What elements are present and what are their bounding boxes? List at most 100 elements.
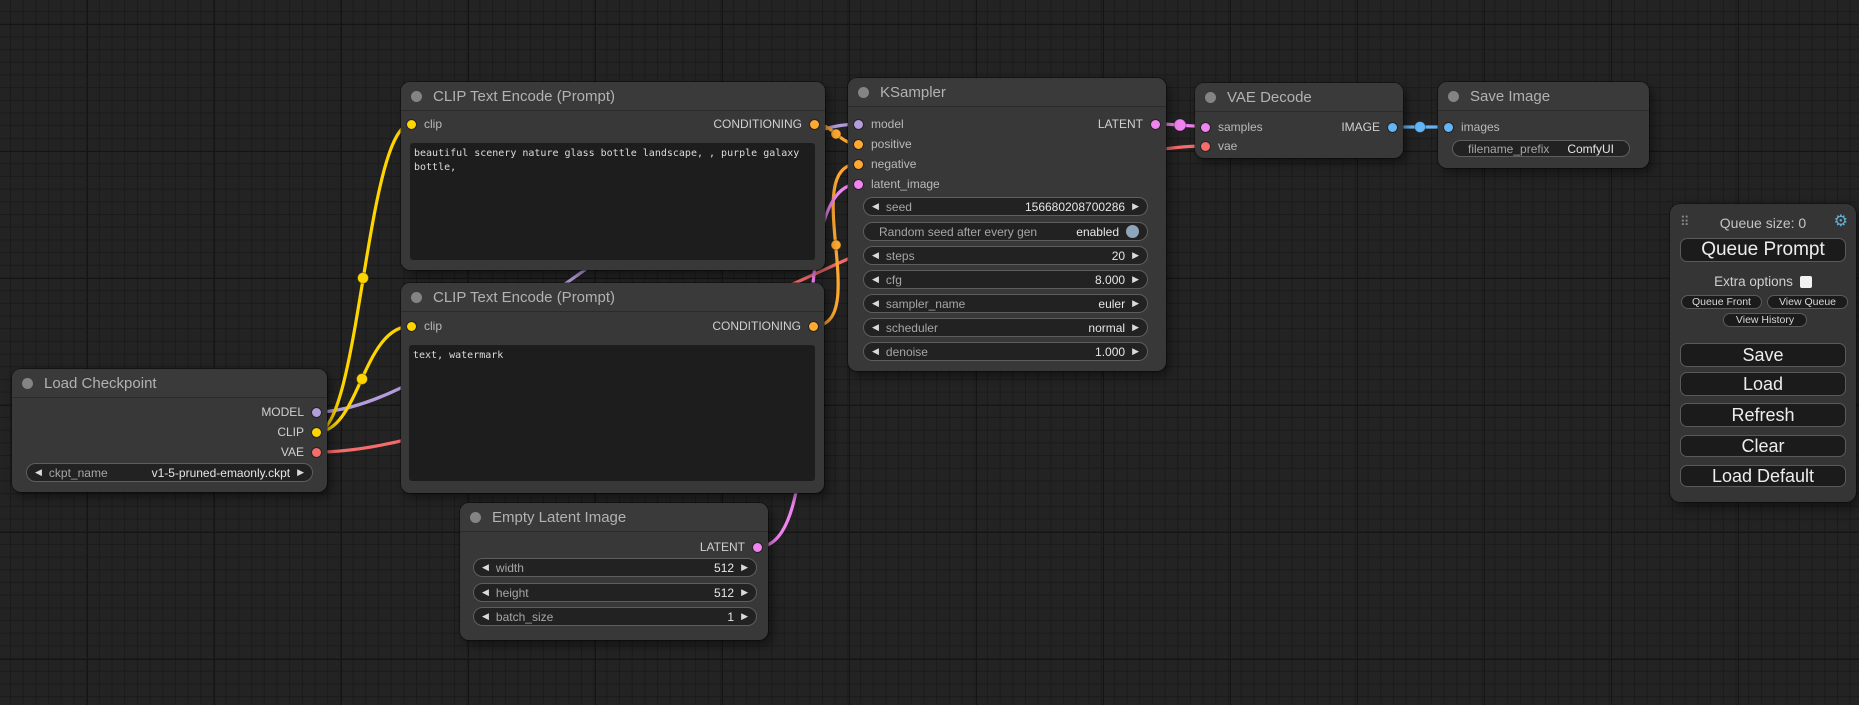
output-slot-latent[interactable]: LATENT: [700, 538, 762, 556]
node-clip-text-encode-positive[interactable]: CLIP Text Encode (Prompt) clip CONDITION…: [401, 82, 825, 270]
width-widget[interactable]: ◀ width 512 ▶: [473, 558, 757, 577]
negative-prompt-textarea[interactable]: text, watermark: [409, 345, 815, 481]
link-midpoint-dot-conditioning-negative[interactable]: [831, 240, 841, 250]
conditioning-port-icon[interactable]: [809, 322, 818, 331]
latent-port-icon[interactable]: [753, 543, 762, 552]
latent-port-icon[interactable]: [1151, 120, 1160, 129]
collapse-dot-icon[interactable]: [22, 378, 33, 389]
latent-port-icon[interactable]: [1201, 123, 1210, 132]
extra-options-checkbox[interactable]: [1800, 276, 1812, 288]
clear-button[interactable]: Clear: [1680, 435, 1846, 457]
output-slot-conditioning[interactable]: CONDITIONING: [712, 317, 818, 335]
view-history-button[interactable]: View History: [1723, 313, 1807, 327]
input-slot-samples[interactable]: samples: [1201, 118, 1263, 136]
load-default-button[interactable]: Load Default: [1680, 465, 1846, 487]
clip-port-icon[interactable]: [407, 322, 416, 331]
node-titlebar[interactable]: KSampler: [848, 78, 1166, 107]
node-vae-decode[interactable]: VAE Decode samples vae IMAGE: [1195, 83, 1403, 158]
link-midpoint-dot-image-to-save[interactable]: [1415, 122, 1426, 133]
collapse-dot-icon[interactable]: [858, 87, 869, 98]
decrement-arrow-icon[interactable]: ◀: [482, 612, 489, 621]
decrement-arrow-icon[interactable]: ◀: [872, 275, 879, 284]
denoise-widget[interactable]: ◀ denoise 1.000 ▶: [863, 342, 1148, 361]
refresh-button[interactable]: Refresh: [1680, 403, 1846, 427]
vae-port-icon[interactable]: [312, 448, 321, 457]
steps-widget[interactable]: ◀ steps 20 ▶: [863, 246, 1148, 265]
clip-port-icon[interactable]: [312, 428, 321, 437]
latent-port-icon[interactable]: [854, 180, 863, 189]
output-slot-image[interactable]: IMAGE: [1341, 118, 1397, 136]
node-ksampler[interactable]: KSampler model positive negative latent_…: [848, 78, 1166, 371]
link-midpoint-dot-conditioning-positive[interactable]: [831, 129, 841, 139]
input-slot-vae[interactable]: vae: [1201, 137, 1237, 155]
decrement-arrow-icon[interactable]: ◀: [35, 468, 42, 477]
decrement-arrow-icon[interactable]: ◀: [482, 588, 489, 597]
node-titlebar[interactable]: Save Image: [1438, 82, 1649, 111]
seed-widget[interactable]: ◀ seed 156680208700286 ▶: [863, 197, 1148, 216]
collapse-dot-icon[interactable]: [470, 512, 481, 523]
node-titlebar[interactable]: CLIP Text Encode (Prompt): [401, 82, 825, 111]
decrement-arrow-icon[interactable]: ◀: [872, 347, 879, 356]
model-port-icon[interactable]: [854, 120, 863, 129]
decrement-arrow-icon[interactable]: ◀: [872, 202, 879, 211]
input-slot-latent-image[interactable]: latent_image: [854, 175, 940, 193]
output-slot-clip[interactable]: CLIP: [277, 423, 321, 441]
input-slot-positive[interactable]: positive: [854, 135, 912, 153]
increment-arrow-icon[interactable]: ▶: [297, 468, 304, 477]
collapse-dot-icon[interactable]: [411, 91, 422, 102]
filename-prefix-widget[interactable]: filename_prefix ComfyUI: [1452, 140, 1630, 157]
output-slot-latent[interactable]: LATENT: [1098, 115, 1160, 133]
link-midpoint-dot-latent-to-decode[interactable]: [1174, 119, 1186, 131]
queue-prompt-button[interactable]: Queue Prompt: [1680, 238, 1846, 262]
model-port-icon[interactable]: [312, 408, 321, 417]
node-titlebar[interactable]: Load Checkpoint: [12, 369, 327, 398]
increment-arrow-icon[interactable]: ▶: [741, 588, 748, 597]
positive-prompt-textarea[interactable]: beautiful scenery nature glass bottle la…: [410, 143, 815, 260]
input-slot-negative[interactable]: negative: [854, 155, 916, 173]
increment-arrow-icon[interactable]: ▶: [1132, 347, 1139, 356]
input-slot-images[interactable]: images: [1444, 118, 1500, 136]
node-titlebar[interactable]: VAE Decode: [1195, 83, 1403, 112]
batch-size-widget[interactable]: ◀ batch_size 1 ▶: [473, 607, 757, 626]
decrement-arrow-icon[interactable]: ◀: [872, 299, 879, 308]
input-slot-clip[interactable]: clip: [407, 317, 442, 335]
increment-arrow-icon[interactable]: ▶: [1132, 251, 1139, 260]
height-widget[interactable]: ◀ height 512 ▶: [473, 583, 757, 602]
node-graph-canvas[interactable]: Load Checkpoint MODEL CLIP VAE ◀ ckpt_na…: [0, 0, 1859, 705]
node-save-image[interactable]: Save Image images filename_prefix ComfyU…: [1438, 82, 1649, 168]
link-midpoint-dot-clip-positive[interactable]: [358, 273, 369, 284]
gear-icon[interactable]: ⚙: [1834, 213, 1848, 231]
view-queue-button[interactable]: View Queue: [1767, 295, 1848, 309]
image-port-icon[interactable]: [1388, 123, 1397, 132]
sampler-name-widget[interactable]: ◀ sampler_name euler ▶: [863, 294, 1148, 313]
node-empty-latent-image[interactable]: Empty Latent Image LATENT ◀ width 512 ▶ …: [460, 503, 768, 640]
scheduler-widget[interactable]: ◀ scheduler normal ▶: [863, 318, 1148, 337]
increment-arrow-icon[interactable]: ▶: [1132, 299, 1139, 308]
save-button[interactable]: Save: [1680, 343, 1846, 367]
toggle-on-icon[interactable]: [1126, 225, 1139, 238]
node-clip-text-encode-negative[interactable]: CLIP Text Encode (Prompt) clip CONDITION…: [401, 283, 824, 493]
output-slot-vae[interactable]: VAE: [281, 443, 321, 461]
increment-arrow-icon[interactable]: ▶: [1132, 323, 1139, 332]
collapse-dot-icon[interactable]: [1205, 92, 1216, 103]
node-titlebar[interactable]: CLIP Text Encode (Prompt): [401, 283, 824, 312]
conditioning-port-icon[interactable]: [854, 160, 863, 169]
cfg-widget[interactable]: ◀ cfg 8.000 ▶: [863, 270, 1148, 289]
collapse-dot-icon[interactable]: [411, 292, 422, 303]
input-slot-model[interactable]: model: [854, 115, 904, 133]
vae-port-icon[interactable]: [1201, 142, 1210, 151]
input-slot-clip[interactable]: clip: [407, 115, 442, 133]
load-button[interactable]: Load: [1680, 372, 1846, 396]
increment-arrow-icon[interactable]: ▶: [741, 563, 748, 572]
conditioning-port-icon[interactable]: [854, 140, 863, 149]
collapse-dot-icon[interactable]: [1448, 91, 1459, 102]
image-port-icon[interactable]: [1444, 123, 1453, 132]
decrement-arrow-icon[interactable]: ◀: [872, 323, 879, 332]
node-load-checkpoint[interactable]: Load Checkpoint MODEL CLIP VAE ◀ ckpt_na…: [12, 369, 327, 492]
clip-port-icon[interactable]: [407, 120, 416, 129]
increment-arrow-icon[interactable]: ▶: [741, 612, 748, 621]
conditioning-port-icon[interactable]: [810, 120, 819, 129]
link-midpoint-dot-clip-negative[interactable]: [357, 374, 368, 385]
increment-arrow-icon[interactable]: ▶: [1132, 275, 1139, 284]
decrement-arrow-icon[interactable]: ◀: [482, 563, 489, 572]
